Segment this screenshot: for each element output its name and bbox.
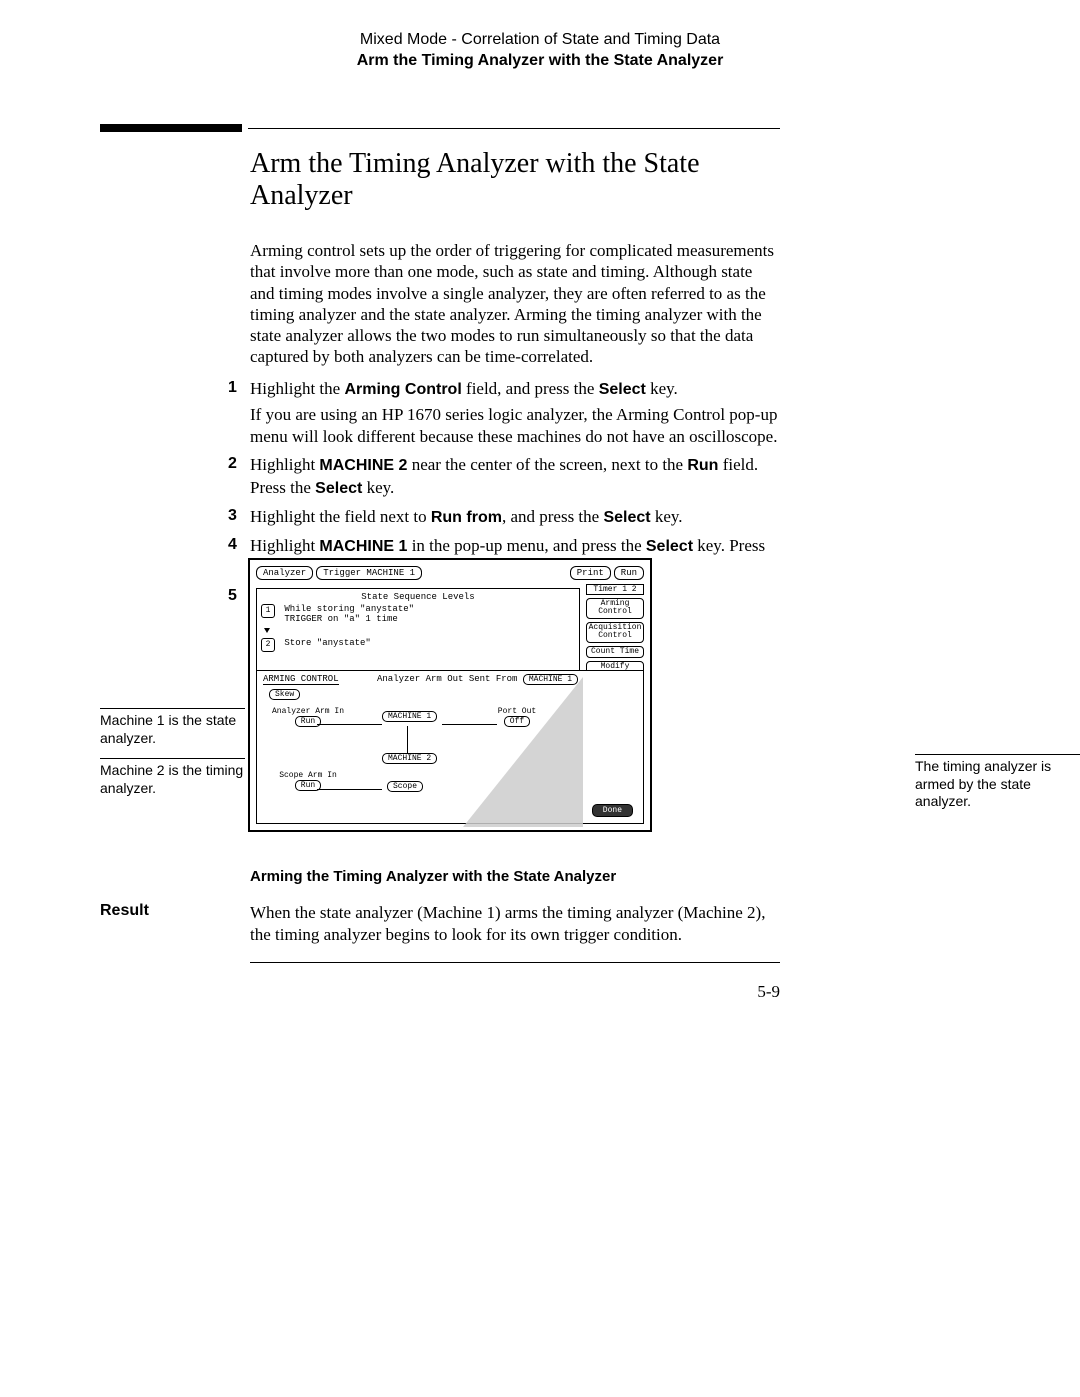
popup-pointer-icon — [463, 677, 583, 827]
ss-seq-line2: TRIGGER on "a" 1 time — [284, 614, 397, 624]
result-row: Result When the state analyzer (Machine … — [100, 902, 780, 946]
ss-seq-step1-box[interactable]: 1 — [261, 604, 275, 618]
step-4-bold-select: Select — [646, 538, 693, 555]
ss-count-time-button[interactable]: Count Time — [586, 646, 644, 658]
step-2: Highlight MACHINE 2 near the center of t… — [250, 454, 780, 500]
popup-off-button[interactable]: Off — [504, 716, 530, 727]
step-3-text-e: key. — [651, 507, 683, 526]
ss-sequence-panel: State Sequence Levels 1 While storing "a… — [256, 588, 580, 674]
popup-scope-arm-in: Scope Arm In Run — [263, 771, 353, 791]
step-1-text-e: key. — [646, 379, 678, 398]
ss-seq-line1: While storing "anystate" — [284, 604, 414, 614]
popup-done-button[interactable]: Done — [592, 804, 633, 817]
analyzer-screenshot: Analyzer Trigger MACHINE 1 Print Run Sta… — [248, 558, 652, 832]
ss-acquisition-control-button[interactable]: Acquisition Control — [586, 622, 644, 643]
step-1-text-a: Highlight the — [250, 379, 344, 398]
ss-analyzer-button[interactable]: Analyzer — [256, 566, 313, 580]
ss-print-button[interactable]: Print — [570, 566, 611, 580]
ss-arming-popup: ARMING CONTROL Analyzer Arm Out Sent Fro… — [256, 670, 644, 824]
figure-caption: Arming the Timing Analyzer with the Stat… — [250, 868, 616, 885]
step-1-bold-select: Select — [599, 381, 646, 398]
popup-sent-label: Analyzer Arm Out Sent From MACHINE 1 — [377, 674, 578, 685]
rule-thick — [100, 124, 242, 132]
popup-run1-button[interactable]: Run — [295, 716, 321, 727]
step-2-bold-run: Run — [687, 457, 718, 474]
ss-trigger-button[interactable]: Trigger MACHINE 1 — [316, 566, 422, 580]
rule-thin — [248, 128, 780, 129]
bottom-rule — [250, 962, 780, 963]
step-3-text-c: , and press the — [502, 507, 604, 526]
ss-arming-control-button[interactable]: Arming Control — [586, 598, 644, 619]
step-3-text-a: Highlight the field next to — [250, 507, 431, 526]
popup-machine2-box[interactable]: MACHINE 2 — [382, 753, 437, 764]
step-1-bold-arming-control: Arming Control — [344, 381, 461, 398]
running-header: Mixed Mode - Correlation of State and Ti… — [0, 30, 1080, 72]
step-2-text-c: near the center of the screen, next to t… — [407, 455, 687, 474]
ss-toolbar-right: Print Run — [570, 566, 644, 580]
connector-line-3 — [317, 789, 382, 790]
intro-paragraph: Arming control sets up the order of trig… — [250, 240, 780, 368]
arrow-down-icon — [264, 628, 270, 633]
connector-line — [317, 724, 382, 725]
step-3-bold-select: Select — [603, 509, 650, 526]
running-header-line2: Arm the Timing Analyzer with the State A… — [0, 51, 1080, 72]
result-text: When the state analyzer (Machine 1) arms… — [250, 902, 780, 946]
callout-machine1: Machine 1 is the state analyzer. — [100, 708, 245, 747]
step-1: Highlight the Arming Control field, and … — [250, 378, 780, 449]
callout-machine2: Machine 2 is the timing analyzer. — [100, 758, 245, 797]
popup-title: ARMING CONTROL — [263, 674, 339, 685]
running-header-line1: Mixed Mode - Correlation of State and Ti… — [0, 30, 1080, 51]
popup-portout-label: Port Out — [482, 707, 552, 716]
page-number: 5-9 — [757, 982, 780, 1002]
ss-seq-line3: Store "anystate" — [284, 638, 370, 648]
ss-run-button[interactable]: Run — [614, 566, 644, 580]
step-2-text-g: key. — [362, 478, 394, 497]
section-title: Arm the Timing Analyzer with the State A… — [250, 148, 780, 212]
step-4-text-a: Highlight — [250, 536, 319, 555]
step-4-text-c: in the pop-up menu, and press the — [407, 536, 645, 555]
ss-seq-step2-box[interactable]: 2 — [261, 638, 275, 652]
step-1-text-c: field, and press the — [462, 379, 599, 398]
ss-toolbar: Analyzer Trigger MACHINE 1 Print Run — [256, 566, 644, 580]
ss-seq-title: State Sequence Levels — [261, 592, 575, 602]
step-2-bold-select: Select — [315, 480, 362, 497]
popup-scope-box[interactable]: Scope — [387, 781, 423, 792]
step-2-bold-machine2: MACHINE 2 — [319, 457, 407, 474]
popup-skew-button[interactable]: Skew — [269, 689, 300, 700]
connector-line-2 — [442, 724, 497, 725]
callout-right: The timing analyzer is armed by the stat… — [915, 754, 1080, 811]
popup-sent-text: Analyzer Arm Out Sent From — [377, 674, 517, 684]
content-column: Arm the Timing Analyzer with the State A… — [250, 148, 780, 615]
step-4-bold-machine1: MACHINE 1 — [319, 538, 407, 555]
popup-arm-in-label: Analyzer Arm In — [263, 707, 353, 716]
popup-sent-from-select[interactable]: MACHINE 1 — [523, 674, 578, 685]
step-2-text-a: Highlight — [250, 455, 319, 474]
popup-scope-arm-label: Scope Arm In — [263, 771, 353, 780]
ss-timer-label: Timer 1 2 — [586, 584, 644, 595]
step-3: Highlight the field next to Run from, an… — [250, 506, 780, 529]
ss-toolbar-left: Analyzer Trigger MACHINE 1 — [256, 566, 422, 580]
step-1-subtext: If you are using an HP 1670 series logic… — [250, 404, 780, 448]
popup-machine1-box[interactable]: MACHINE 1 — [382, 711, 437, 722]
step-3-bold-runfrom: Run from — [431, 509, 502, 526]
result-label: Result — [100, 902, 250, 946]
page: Mixed Mode - Correlation of State and Ti… — [0, 0, 1080, 1397]
figure: Machine 1 is the state analyzer. Machine… — [100, 558, 980, 868]
connector-vline — [407, 726, 408, 756]
